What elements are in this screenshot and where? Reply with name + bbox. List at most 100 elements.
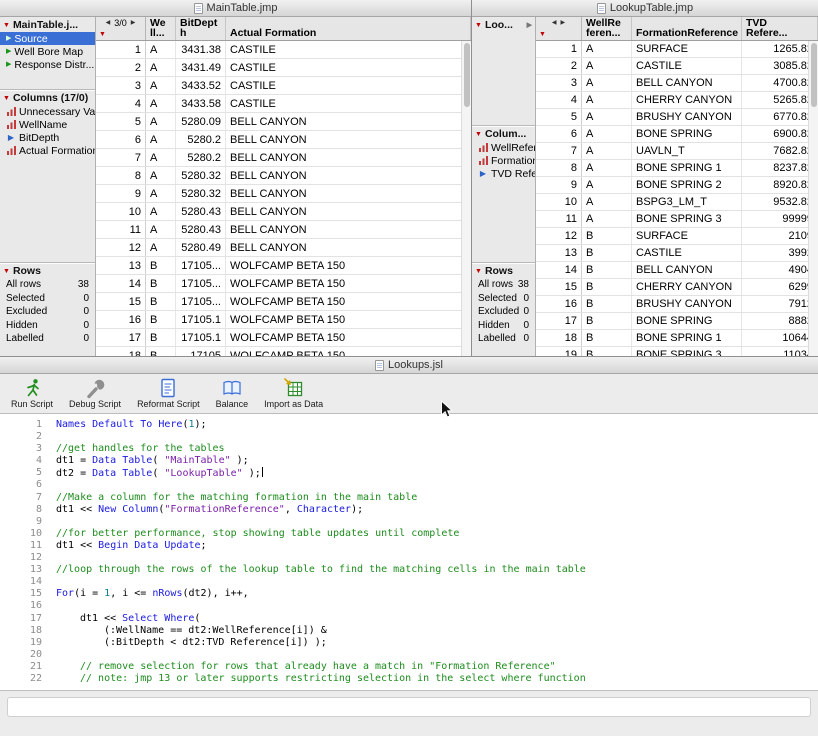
table-row[interactable]: 6ABONE SPRING6900.82 [536,126,818,143]
formationreference-cell[interactable]: CASTILE [632,245,742,261]
actual-formation-cell[interactable]: WOLFCAMP BETA 150 [226,293,471,310]
formationreference-cell[interactable]: UAVLN_T [632,143,742,159]
row-number-cell[interactable]: 16 [96,311,146,328]
column-header-wellname[interactable]: We ll... [146,17,176,40]
formationreference-cell[interactable]: BONE SPRING 2 [632,177,742,193]
wellreference-cell[interactable]: B [582,245,632,261]
sidebar-item-source[interactable]: ▶Source [0,32,95,45]
red-triangle-menu-icon[interactable]: ▼ [3,95,10,102]
column-item-tvd-refe[interactable]: ▶TVD Refe [472,167,535,180]
column-header-tvdreference[interactable]: TVD Refere... [742,17,818,40]
rows-panel-header[interactable]: ▼ Rows [0,263,95,278]
formationreference-cell[interactable]: BONE SPRING 1 [632,330,742,346]
table-row[interactable]: 12A5280.49BELL CANYON [96,239,471,257]
wellreference-cell[interactable]: A [582,41,632,57]
code-line[interactable]: 6 [0,479,818,491]
row-number-cell[interactable]: 12 [96,239,146,256]
column-header-formationreference[interactable]: FormationReference [632,17,742,40]
row-number-cell[interactable]: 8 [96,167,146,184]
table-row[interactable]: 14BBELL CANYON4904 [536,262,818,279]
table-row[interactable]: 8A5280.32BELL CANYON [96,167,471,185]
sidebar-item-well-bore-map[interactable]: ▶Well Bore Map [0,45,95,58]
bitdepth-cell[interactable]: 17105 [176,347,226,356]
wellname-cell[interactable]: A [146,185,176,202]
row-number-cell[interactable]: 11 [96,221,146,238]
wellname-cell[interactable]: B [146,293,176,310]
formationreference-cell[interactable]: BONE SPRING 3 [632,211,742,227]
table-row[interactable]: 13BCASTILE3992 [536,245,818,262]
table-row[interactable]: 1ASURFACE1265.82 [536,41,818,58]
bitdepth-cell[interactable]: 3431.38 [176,41,226,58]
table-row[interactable]: 2A3431.49CASTILE [96,59,471,77]
bitdepth-cell[interactable]: 17105.1 [176,311,226,328]
actual-formation-cell[interactable]: BELL CANYON [226,239,471,256]
table-row[interactable]: 5A5280.09BELL CANYON [96,113,471,131]
table-panel-header[interactable]: ▼ Loo... ▶ [472,17,535,32]
row-number-cell[interactable]: 4 [536,92,582,108]
actual-formation-cell[interactable]: CASTILE [226,59,471,76]
red-triangle-menu-icon[interactable]: ▼ [475,22,482,29]
table-row[interactable]: 12BSURFACE2109 [536,228,818,245]
bitdepth-cell[interactable]: 5280.2 [176,131,226,148]
actual-formation-cell[interactable]: BELL CANYON [226,113,471,130]
run-script-button[interactable]: Run Script [4,376,60,410]
wellname-cell[interactable]: B [146,311,176,328]
wellname-cell[interactable]: A [146,149,176,166]
formationreference-cell[interactable]: BRUSHY CANYON [632,296,742,312]
wellname-cell[interactable]: A [146,113,176,130]
tvdreference-cell[interactable]: 6900.82 [742,126,818,142]
scroll-right-icon[interactable]: ▶ [131,20,136,26]
code-line[interactable]: 9 [0,516,818,528]
bitdepth-cell[interactable]: 3433.52 [176,77,226,94]
table-row[interactable]: 2ACASTILE3085.82 [536,58,818,75]
row-number-cell[interactable]: 16 [536,296,582,312]
row-number-cell[interactable]: 10 [536,194,582,210]
code-line[interactable]: 13//loop through the rows of the lookup … [0,564,818,576]
row-number-cell[interactable]: 1 [96,41,146,58]
tvdreference-cell[interactable]: 3085.82 [742,58,818,74]
code-line[interactable]: 19(:BitDepth < dt2:TVD Reference[i]) ); [0,637,818,649]
row-number-cell[interactable]: 8 [536,160,582,176]
actual-formation-cell[interactable]: BELL CANYON [226,131,471,148]
table-row[interactable]: 18B17105WOLFCAMP BETA 150 [96,347,471,356]
row-number-cell[interactable]: 14 [96,275,146,292]
row-number-cell[interactable]: 7 [96,149,146,166]
formationreference-cell[interactable]: BONE SPRING [632,313,742,329]
vertical-scrollbar[interactable] [808,41,818,356]
bitdepth-cell[interactable]: 5280.32 [176,167,226,184]
tvdreference-cell[interactable]: 6299 [742,279,818,295]
debug-script-button[interactable]: Debug Script [62,376,128,410]
bitdepth-cell[interactable]: 17105... [176,275,226,292]
scrollbar-thumb[interactable] [464,43,470,107]
tvdreference-cell[interactable]: 7682.82 [742,143,818,159]
wellreference-cell[interactable]: B [582,296,632,312]
formationreference-cell[interactable]: BELL CANYON [632,75,742,91]
wellreference-cell[interactable]: B [582,279,632,295]
column-item-wellname[interactable]: WellName [0,118,95,131]
row-number-cell[interactable]: 7 [536,143,582,159]
red-triangle-menu-icon[interactable]: ▼ [475,268,482,275]
wellreference-cell[interactable]: A [582,92,632,108]
code-line[interactable]: 7//Make a column for the matching format… [0,492,818,504]
wellname-cell[interactable]: A [146,203,176,220]
wellreference-cell[interactable]: A [582,126,632,142]
wellreference-cell[interactable]: A [582,109,632,125]
row-number-cell[interactable]: 3 [96,77,146,94]
row-number-cell[interactable]: 9 [96,185,146,202]
row-number-cell[interactable]: 11 [536,211,582,227]
actual-formation-cell[interactable]: WOLFCAMP BETA 150 [226,347,471,356]
scroll-left-icon[interactable]: ◀ [106,20,111,26]
actual-formation-cell[interactable]: WOLFCAMP BETA 150 [226,275,471,292]
bitdepth-cell[interactable]: 17105.1 [176,329,226,346]
code-line[interactable]: 2 [0,431,818,443]
actual-formation-cell[interactable]: CASTILE [226,41,471,58]
wellname-cell[interactable]: B [146,275,176,292]
wellreference-cell[interactable]: A [582,75,632,91]
columns-panel-header[interactable]: ▼ Columns (17/0) [0,90,95,105]
bitdepth-cell[interactable]: 3433.58 [176,95,226,112]
code-line[interactable]: 15For(i = 1, i <= nRows(dt2), i++, [0,588,818,600]
balance-button[interactable]: Balance [209,376,256,410]
sidebar-item-response-distr[interactable]: ▶Response Distr... [0,58,95,71]
row-number-cell[interactable]: 13 [96,257,146,274]
scroll-left-icon[interactable]: ◀ [552,20,557,26]
